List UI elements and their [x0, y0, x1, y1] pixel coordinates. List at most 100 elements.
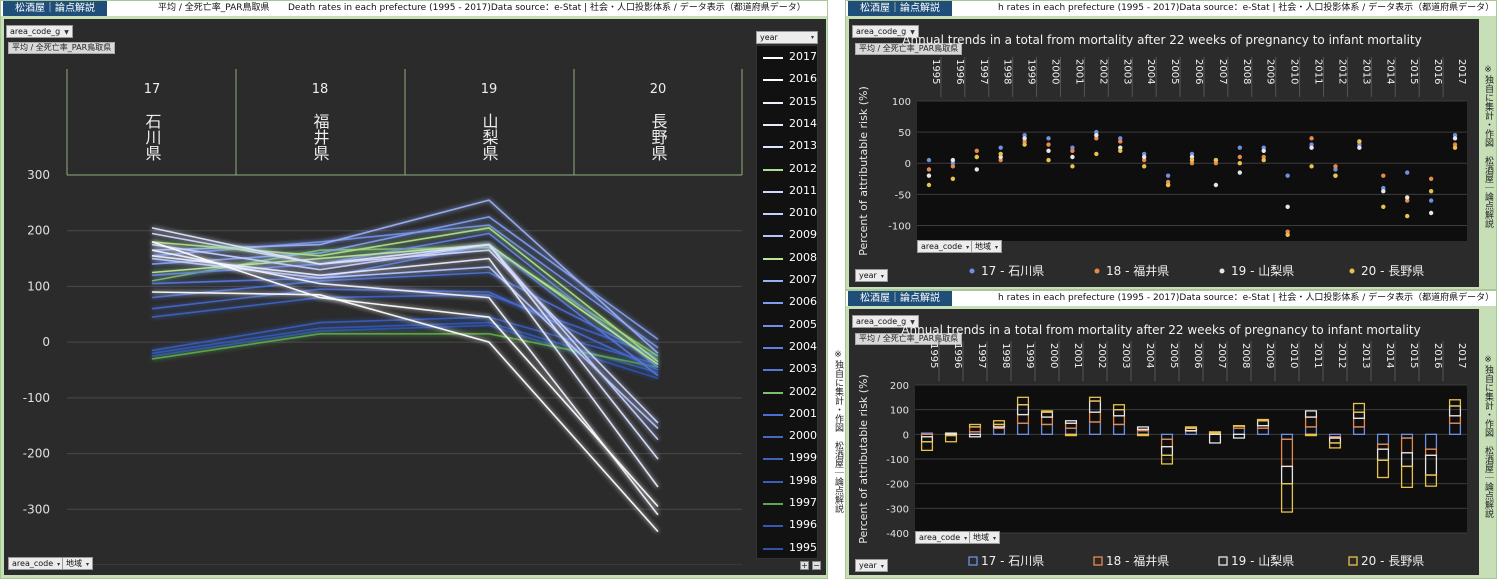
brand-logo: 松酒屋｜論点解説 [848, 291, 952, 306]
legend-swatch [1219, 268, 1225, 274]
rt-year-label: year [859, 271, 877, 280]
x-tick-year: 2009 [1265, 59, 1276, 84]
scatter-point [1285, 232, 1290, 237]
scatter-point [950, 157, 956, 163]
scatter-point [1357, 139, 1362, 144]
y-tick-label: -400 [886, 529, 909, 540]
bottom-region-button[interactable]: 地域 ▾ [62, 557, 94, 570]
left-line-chart: 3002001000-100-200-300-40017石川県18福井県19山梨… [23, 69, 743, 565]
legend-label[interactable]: 20 - 長野県 [1361, 554, 1424, 568]
stacked-bar-segment [1304, 433, 1318, 437]
left-plot-area: area_code_g ▼ 平均 / 全死亡率_PAR鳥取県 300 200 100 0… [4, 19, 826, 575]
x-tick-year: 2002 [1097, 59, 1108, 84]
legend-swatch [763, 369, 783, 372]
scatter-point [1237, 154, 1243, 160]
rt-year-button[interactable]: year ▾ [855, 269, 888, 282]
scatter-point [1285, 173, 1290, 178]
scatter-point [1428, 176, 1434, 181]
legend-swatch [763, 79, 783, 82]
legend-label: 2003 [789, 362, 817, 376]
scatter-point [1405, 170, 1410, 175]
legend-label[interactable]: 17 - 石川県 [981, 554, 1044, 568]
x-tick-year: 2011 [1312, 343, 1323, 368]
x-tick-year: 1996 [952, 343, 963, 368]
zoom-in-button[interactable]: + [800, 561, 809, 570]
x-tick-year: 1998 [1002, 59, 1013, 84]
right-bottom-header-bar: 松酒屋｜論点解説 h rates in each prefecture (199… [846, 291, 1496, 306]
year-legend-header[interactable]: year ▾ [756, 31, 818, 44]
scatter-point [1046, 142, 1051, 147]
dropdown-icon: ▾ [86, 561, 90, 568]
category-code-label: 20 [650, 82, 667, 97]
series-line-1998 [151, 316, 659, 366]
left-credit-vertical: ※独自に集計・作図 松酒屋｜論点解説 [833, 350, 843, 513]
legend-swatch [1348, 556, 1358, 566]
scatter-point [1118, 139, 1123, 144]
legend-label: 2016 [789, 72, 817, 86]
legend-label: 2001 [789, 406, 817, 420]
rt-area-code-button[interactable]: area_code ▾ [917, 240, 974, 253]
rb-credit-vertical: ※独自に集計・作図 松酒屋｜論点解説 [1483, 355, 1493, 518]
rb-region-label: 地域 [973, 533, 989, 542]
stacked-bar-segment [1256, 418, 1270, 422]
legend-swatch [763, 503, 783, 505]
x-tick-year: 1995 [930, 59, 941, 84]
legend-swatch [763, 391, 783, 394]
y-tick-label: 200 [27, 224, 50, 238]
legend-swatch [1218, 556, 1228, 566]
x-tick-year: 2017 [1456, 343, 1467, 368]
legend-swatch [763, 235, 783, 238]
scatter-point [1046, 148, 1051, 153]
legend-swatch [763, 280, 783, 282]
x-tick-year: 2016 [1432, 343, 1443, 368]
x-tick-year: 2014 [1384, 343, 1395, 368]
series-line-2006 [151, 215, 659, 341]
legend-label[interactable]: 18 - 福井県 [1106, 263, 1169, 278]
scatter-point [974, 167, 979, 172]
dropdown-icon: ▾ [57, 561, 61, 568]
rb-area-code-button[interactable]: area_code ▾ [915, 531, 972, 544]
rt-region-button[interactable]: 地域 ▾ [971, 240, 1003, 253]
x-tick-year: 1999 [1024, 343, 1035, 368]
scatter-point [1141, 164, 1147, 169]
bottom-area-code-button[interactable]: area_code ▾ [8, 557, 65, 570]
rb-year-button[interactable]: year ▾ [855, 559, 888, 572]
dropdown-icon: ▾ [993, 535, 997, 542]
legend-label: 1995 [789, 540, 817, 554]
dropdown-icon: ▾ [966, 244, 970, 251]
zoom-out-button[interactable]: − [812, 561, 821, 570]
y-tick-label: 0 [42, 335, 50, 349]
legend-swatch [1349, 268, 1355, 274]
scatter-point [950, 164, 956, 169]
rb-region-button[interactable]: 地域 ▾ [969, 531, 1001, 544]
legend-label[interactable]: 17 - 石川県 [981, 264, 1044, 278]
y-tick-label: -100 [886, 455, 909, 466]
stacked-bar-segment [1232, 425, 1246, 427]
stacked-bar-segment [1040, 410, 1054, 413]
x-tick-year: 2007 [1217, 59, 1228, 84]
legend-label: 2011 [789, 183, 817, 197]
x-tick-year: 2006 [1192, 343, 1203, 368]
y-tick-label: 100 [892, 97, 911, 108]
legend-swatch [763, 101, 783, 104]
legend-label[interactable]: 19 - 山梨県 [1231, 554, 1294, 568]
scatter-point [1165, 173, 1171, 178]
legend-label[interactable]: 20 - 長野県 [1361, 264, 1424, 278]
x-tick-year: 2015 [1408, 343, 1419, 368]
scatter-point [1428, 198, 1434, 203]
y-tick-label: -50 [895, 190, 911, 201]
legend-swatch [763, 190, 783, 193]
x-tick-year: 2010 [1288, 343, 1299, 368]
legend-label: 2010 [789, 206, 817, 220]
right-bottom-header-title: h rates in each prefecture (1995 - 2017)… [998, 293, 1495, 303]
scatter-point [1261, 148, 1266, 153]
y-tick-label: -300 [23, 502, 50, 516]
legend-label[interactable]: 19 - 山梨県 [1231, 264, 1294, 278]
legend-label: 2006 [789, 295, 817, 309]
legend-swatch [968, 556, 978, 566]
legend-label: 1999 [789, 451, 817, 465]
rt-region-label: 地域 [975, 242, 991, 251]
chart-title: Annual trends in a total from mortality … [902, 33, 1421, 47]
y-axis-label: Percent of attributable risk (%) [857, 86, 870, 255]
legend-label[interactable]: 18 - 福井県 [1106, 553, 1169, 568]
